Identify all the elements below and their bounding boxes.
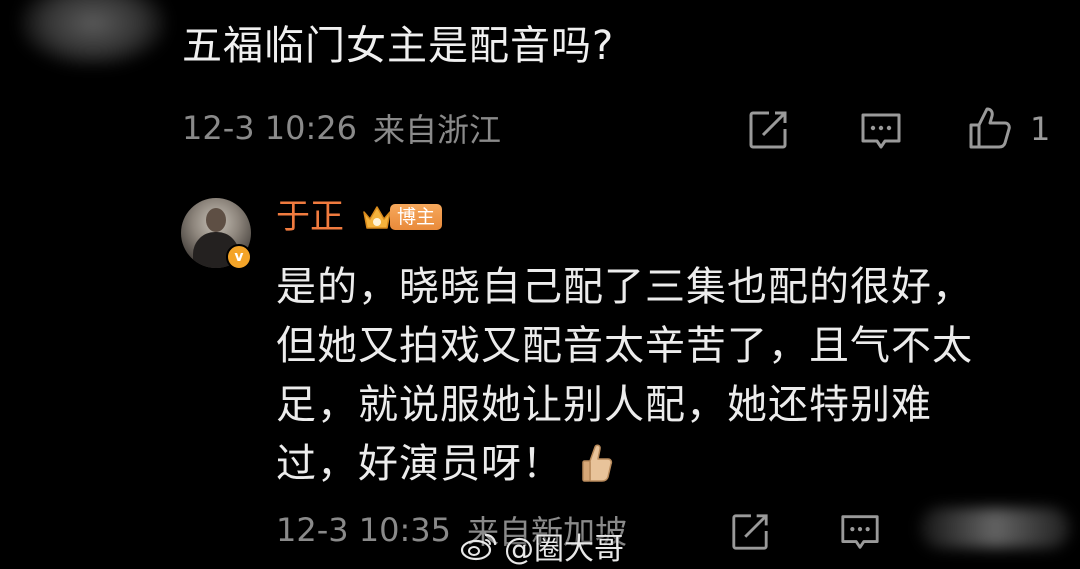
thumbs-up-icon <box>969 107 1011 149</box>
like-count: 1 <box>1030 110 1051 148</box>
share-icon <box>749 111 787 149</box>
verified-icon: v <box>226 244 252 270</box>
like-button[interactable] <box>966 104 1014 152</box>
reply-like-area-blurred[interactable] <box>920 508 1070 548</box>
reply-timestamp: 12-3 10:35 <box>276 511 452 549</box>
share-icon <box>732 514 768 550</box>
comment-icon <box>861 113 901 149</box>
commenter-avatar-blurred[interactable] <box>18 0 168 68</box>
weibo-logo-icon <box>460 533 497 561</box>
reply-comment-button[interactable] <box>838 510 882 554</box>
crown-icon <box>363 206 391 229</box>
thumbs-up-emoji-icon <box>581 441 613 500</box>
reply-line-text: 过，好演员呀！ <box>276 441 563 487</box>
reply-share-button[interactable] <box>728 510 772 554</box>
reply-line: 过，好演员呀！ <box>276 435 1046 500</box>
comment-timestamp: 12-3 10:26 <box>182 109 358 147</box>
blogger-badge: 博主 <box>390 204 443 230</box>
comment-text: 五福临门女主是配音吗? <box>182 23 615 69</box>
comment-icon <box>841 515 879 549</box>
reply-line: 足，就说服她让别人配，她还特别难 <box>276 382 932 428</box>
comment-meta: 12-3 10:26 来自浙江 <box>182 108 502 149</box>
watermark: @圈大哥 <box>460 524 624 568</box>
reply-line: 是的，晓晓自己配了三集也配的很好， <box>276 264 973 310</box>
comment-button[interactable] <box>858 108 904 154</box>
reply-line: 但她又拍戏又配音太辛苦了，且气不太 <box>276 323 973 369</box>
comment-location: 来自浙江 <box>373 111 502 149</box>
watermark-text: @圈大哥 <box>504 532 624 567</box>
reply-text: 是的，晓晓自己配了三集也配的很好， 但她又拍戏又配音太辛苦了，且气不太 足，就说… <box>276 258 1046 500</box>
share-button[interactable] <box>746 108 790 152</box>
reply-username[interactable]: 于正 <box>276 196 344 238</box>
